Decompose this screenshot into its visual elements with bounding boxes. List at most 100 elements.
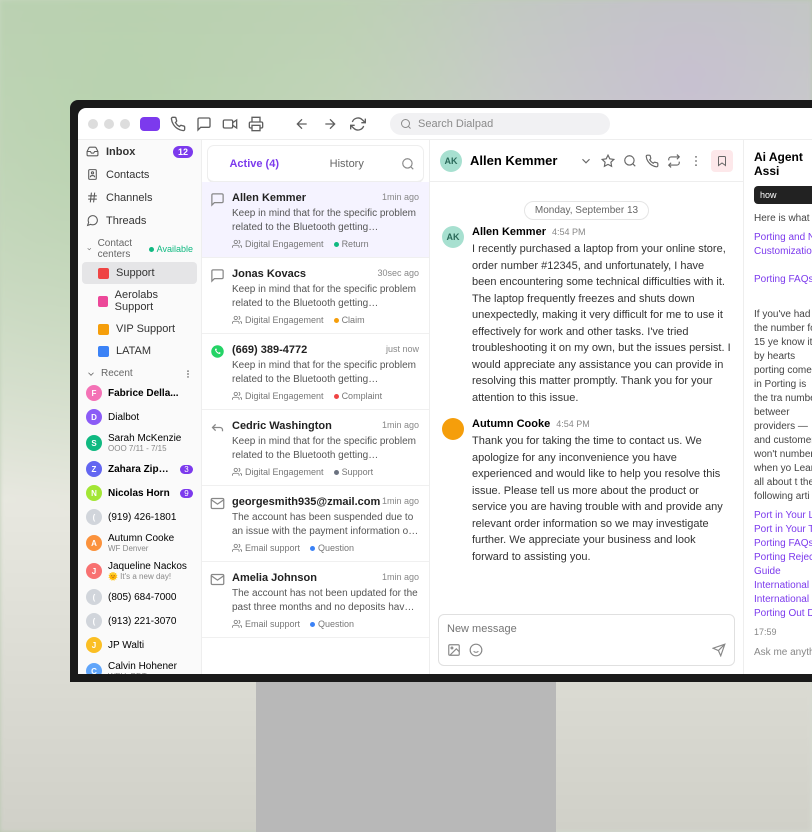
conv-time: just now (386, 344, 419, 356)
window-controls[interactable] (88, 119, 130, 129)
ai-link[interactable]: Porting FAQs (754, 538, 812, 549)
contact-status: WFH, PDT (108, 672, 193, 674)
conversation-item[interactable]: Amelia Johnson1min agoThe account has no… (202, 562, 429, 638)
recent-item[interactable]: CCalvin HohenerWFH, PDT (78, 657, 201, 674)
channel-tag: Digital Engagement (232, 315, 324, 325)
video-icon[interactable] (222, 116, 238, 132)
recent-item[interactable]: ZZahara Zipp,...3 (78, 457, 201, 481)
search-input[interactable]: Search Dialpad (390, 113, 610, 135)
message-composer[interactable] (438, 614, 735, 666)
recent-item[interactable]: JJP Walti (78, 633, 201, 657)
conversation-item[interactable]: georgesmith935@zmail.com1min agoThe acco… (202, 486, 429, 562)
ai-link[interactable]: International Por (754, 594, 812, 605)
search-icon[interactable] (623, 154, 637, 168)
recent-item[interactable]: ((805) 684-7000 (78, 585, 201, 609)
nav-channels[interactable]: Channels (78, 186, 201, 209)
nav-threads[interactable]: Threads (78, 209, 201, 232)
conversation-item[interactable]: Jonas Kovacs30sec agoKeep in mind that f… (202, 258, 429, 334)
tab-active[interactable]: Active (4) (208, 151, 301, 177)
conversation-item[interactable]: Cedric Washington 1min ago Keep in mind th… (202, 410, 429, 486)
phone-icon[interactable] (645, 154, 659, 168)
end-button[interactable] (711, 150, 733, 172)
emoji-icon[interactable] (469, 643, 483, 657)
ai-link[interactable]: Porting Rejection (754, 552, 812, 563)
contact-name: Autumn Cooke (108, 533, 193, 544)
cc-label: Support (116, 267, 155, 279)
nav-label: Channels (106, 192, 152, 204)
nav-contacts[interactable]: Contacts (78, 163, 201, 186)
forward-icon[interactable] (322, 116, 338, 132)
more-icon[interactable] (689, 154, 703, 168)
cc-item[interactable]: VIP Support (82, 318, 197, 340)
search-icon (400, 118, 412, 130)
chat-body: Monday, September 13 AKAllen Kemmer4:54 … (430, 182, 743, 606)
unread-count: 3 (180, 465, 193, 474)
conv-title: georgesmith935@zmail.com (232, 496, 380, 508)
send-icon[interactable] (712, 643, 726, 657)
ai-body: If you've had the number for 15 ye know … (754, 308, 812, 504)
conversation-item[interactable]: (669) 389-4772just nowKeep in mind that … (202, 334, 429, 410)
more-icon[interactable] (183, 369, 193, 379)
refresh-icon[interactable] (350, 116, 366, 132)
ai-link[interactable]: Porting FAQs (754, 274, 812, 285)
section-label: Recent (101, 368, 133, 379)
star-icon[interactable] (601, 154, 615, 168)
hash-icon (86, 191, 99, 204)
ai-link[interactable]: Customization (754, 246, 812, 257)
recent-item[interactable]: ((913) 221-3070 (78, 609, 201, 633)
conv-time: 30sec ago (377, 268, 419, 280)
conversation-item[interactable]: Allen Kemmer1min agoKeep in mind that fo… (202, 182, 429, 258)
cc-item[interactable]: LATAM (82, 340, 197, 362)
recent-item[interactable]: DDialbot (78, 405, 201, 429)
recent-item[interactable]: FFabrice Della... (78, 381, 201, 405)
app-window: Search Dialpad Inbox12Contacts Channels Th… (78, 108, 812, 674)
section-recent[interactable]: Recent (78, 362, 201, 381)
contact-name: Nicolas Horn (108, 488, 174, 499)
section-contact-centers[interactable]: Contact centers Available (78, 232, 201, 262)
recent-item[interactable]: AAutumn CookeWF Denver (78, 529, 201, 557)
cc-item[interactable]: Support (82, 262, 197, 284)
contact-status: OOO 7/11 - 7/15 (108, 444, 193, 453)
avatar: F (86, 385, 102, 401)
tab-history[interactable]: History (301, 151, 394, 177)
search-icon[interactable] (401, 157, 415, 171)
ai-link[interactable]: Port in Your Loca (754, 510, 812, 521)
cc-item[interactable]: Aerolabs Support (82, 284, 197, 318)
whatsapp-icon (210, 344, 225, 359)
ai-ask-input[interactable]: Ask me anything (754, 647, 812, 658)
recent-item[interactable]: NNicolas Horn9 (78, 481, 201, 505)
ai-link[interactable]: Porting Out Dialp (754, 608, 812, 619)
message-icon[interactable] (196, 116, 212, 132)
chat-header: AK Allen Kemmer (430, 140, 743, 182)
ai-link[interactable]: Port in Your Toll- (754, 524, 812, 535)
contact-name: Zahara Zipp,... (108, 464, 174, 475)
conv-preview: Keep in mind that for the specific probl… (232, 359, 419, 386)
contact-status: WF Denver (108, 544, 193, 553)
conv-preview: The account has been suspended due to an… (232, 511, 419, 538)
ai-link[interactable]: Porting and Num (754, 232, 812, 243)
ai-link[interactable]: Guide (754, 566, 812, 577)
conv-time: 1min ago (382, 420, 419, 432)
print-icon[interactable] (248, 116, 264, 132)
recent-item[interactable]: JJaqueline Nackos🌞 It's a new day! (78, 557, 201, 585)
avatar: ( (86, 509, 102, 525)
category-tag: Complaint (334, 391, 383, 401)
transfer-icon[interactable] (667, 154, 681, 168)
ai-link[interactable]: International Por (754, 580, 812, 591)
recent-item[interactable]: ((919) 426-1801 (78, 505, 201, 529)
chevron-down-icon[interactable] (579, 154, 593, 168)
back-icon[interactable] (294, 116, 310, 132)
conv-title: Jonas Kovacs (232, 268, 306, 280)
conv-preview: Keep in mind that for the specific probl… (232, 435, 419, 462)
avatar: J (86, 637, 102, 653)
category-tag: Question (310, 543, 354, 553)
color-swatch (98, 324, 109, 335)
nav-inbox[interactable]: Inbox12 (78, 140, 201, 163)
contact-name: Sarah McKenzie (108, 433, 193, 444)
image-icon[interactable] (447, 643, 461, 657)
phone-icon[interactable] (170, 116, 186, 132)
recent-item[interactable]: SSarah McKenzieOOO 7/11 - 7/15 (78, 429, 201, 457)
conv-title: Cedric Washington (232, 420, 332, 432)
search-placeholder: Search Dialpad (418, 118, 493, 130)
message-input[interactable] (447, 623, 726, 635)
